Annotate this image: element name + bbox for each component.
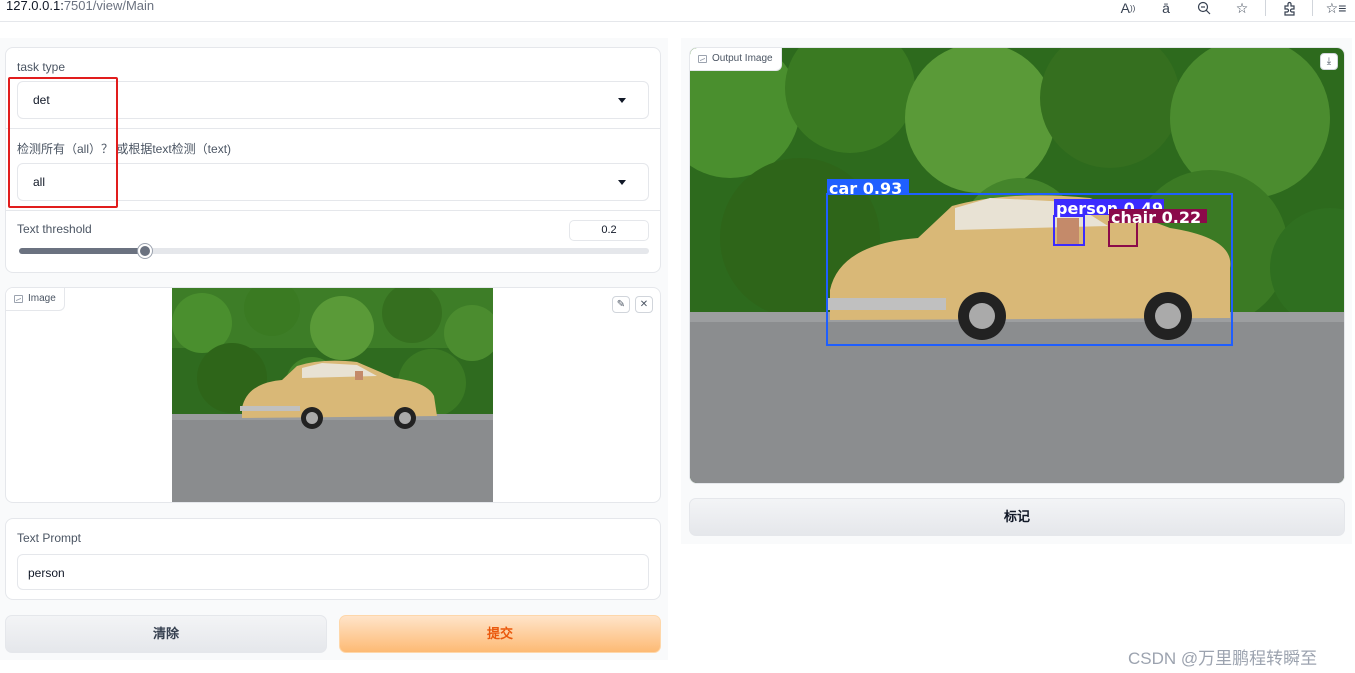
text-prompt-input[interactable]: person [17, 554, 649, 590]
detection-car-label: car 0.93 [829, 179, 902, 198]
annotation-highlight-box [8, 77, 118, 208]
submit-button[interactable]: 提交 [339, 615, 661, 653]
text-threshold-label: Text threshold [17, 222, 92, 236]
chevron-down-icon [618, 180, 626, 185]
chevron-down-icon [618, 98, 626, 103]
toolbar-divider [1312, 0, 1313, 16]
extensions-icon[interactable] [1279, 0, 1299, 17]
address-bar[interactable]: 127.0.0.1:7501/view/Main [6, 0, 154, 13]
text-prompt-value: person [28, 566, 65, 580]
detection-chair-label: chair 0.22 [1111, 208, 1201, 227]
output-image-tag: Output Image [690, 48, 782, 71]
text-threshold-input[interactable]: 0.2 [569, 220, 649, 241]
browser-toolbar: 127.0.0.1:7501/view/Main A)) ā ☆ ☆≡ [0, 0, 1355, 22]
slider-thumb[interactable] [138, 244, 152, 258]
download-icon[interactable]: ⤓ [1320, 53, 1338, 70]
divider [6, 210, 660, 211]
input-image [172, 288, 493, 502]
url-host: 127.0.0.1: [6, 0, 64, 13]
image-icon [698, 55, 707, 63]
mark-button[interactable]: 标记 [689, 498, 1345, 536]
image-icon [14, 295, 23, 303]
url-path: 7501/view/Main [63, 0, 155, 13]
close-icon[interactable]: ✕ [635, 296, 653, 313]
toolbar-divider [1265, 0, 1266, 16]
text-prompt-block: Text Prompt person [5, 518, 661, 600]
browser-actions: A)) ā ☆ ☆≡ [1109, 0, 1355, 19]
output-image-label: Output Image [712, 53, 773, 64]
slider-fill [19, 248, 145, 254]
translate-icon[interactable]: ā [1156, 0, 1176, 17]
clear-button[interactable]: 清除 [5, 615, 327, 653]
image-input-block[interactable]: Image ✎ ✕ [5, 287, 661, 503]
output-image-block: car 0.93 person 0.49 chair 0.22 Output I… [689, 47, 1345, 484]
output-image: car 0.93 person 0.49 chair 0.22 [690, 48, 1344, 483]
image-input-tag: Image [6, 288, 65, 311]
text-prompt-label: Text Prompt [17, 531, 82, 545]
watermark-text: CSDN @万里鹏程转瞬至 [1128, 649, 1318, 668]
zoom-out-icon[interactable] [1194, 0, 1214, 17]
edit-icon[interactable]: ✎ [612, 296, 630, 313]
text-threshold-slider[interactable] [19, 244, 649, 258]
favorites-list-icon[interactable]: ☆≡ [1326, 0, 1347, 17]
favorite-star-icon[interactable]: ☆ [1232, 0, 1252, 17]
task-type-label: task type [17, 60, 66, 74]
image-input-label: Image [28, 293, 56, 304]
read-aloud-icon[interactable]: A)) [1118, 0, 1138, 17]
